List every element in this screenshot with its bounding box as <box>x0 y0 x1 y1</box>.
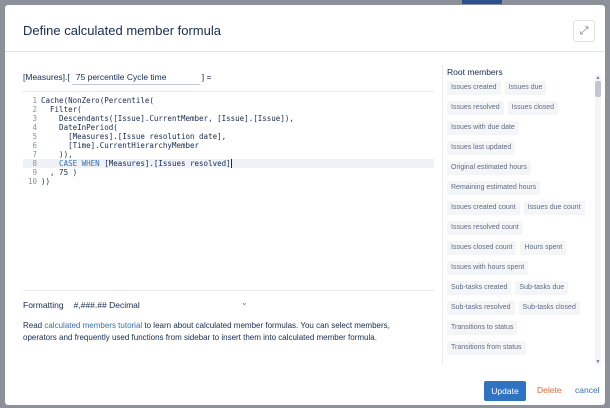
formula-name-row: [Measures].[ ] = <box>23 69 211 85</box>
formatting-select[interactable]: #,###.## Decimal <box>74 300 140 310</box>
calculated-member-dialog: Define calculated member formula ⤢ [Meas… <box>5 5 605 405</box>
code-text: Cache(NonZero(Percentile( <box>41 96 154 105</box>
member-chip[interactable]: Issues created <box>447 81 501 95</box>
member-chip[interactable]: Sub-tasks due <box>515 281 569 295</box>
delete-button[interactable]: Delete <box>537 385 562 395</box>
members-sidebar: Root members Issues created Issues due Iss… <box>442 65 602 365</box>
member-chip[interactable]: Hours spent <box>520 241 567 255</box>
member-name-input[interactable] <box>71 69 200 85</box>
code-text: )), <box>41 150 73 159</box>
formula-prefix: [Measures].[ <box>23 72 70 82</box>
code-text: DateInPeriod( <box>41 123 118 132</box>
code-text: [Measures].[Issue resolution date], <box>41 132 227 141</box>
member-chip[interactable]: Sub-tasks resolved <box>447 301 515 315</box>
line-number: 9 <box>32 168 37 177</box>
help-text-before: Read <box>23 321 45 330</box>
member-chip[interactable]: Issues created count <box>447 201 520 215</box>
code-line[interactable]: 7 )), <box>23 150 434 159</box>
code-area[interactable]: 1 Cache(NonZero(Percentile(2 Filter(3 Des… <box>23 92 434 186</box>
formatting-row: Formatting #,###.## Decimal ⌄ <box>23 297 434 313</box>
member-chip[interactable]: Sub-tasks created <box>447 281 512 295</box>
scroll-thumb[interactable] <box>595 81 601 97</box>
line-number: 2 <box>32 105 37 114</box>
update-button[interactable]: Update <box>484 381 526 401</box>
code-text: Descendants([Issue].CurrentMember, [Issu… <box>41 114 294 123</box>
code-line[interactable]: 10)) <box>23 177 434 186</box>
line-number: 10 <box>27 177 37 186</box>
member-chip[interactable]: Sub-tasks closed <box>518 301 580 315</box>
member-chip[interactable]: Remaining estimated hours <box>447 181 541 195</box>
code-line[interactable]: 2 Filter( <box>23 105 434 114</box>
tutorial-link[interactable]: calculated members tutorial <box>44 321 142 330</box>
member-chip[interactable]: Issues last updated <box>447 141 516 155</box>
expand-icon[interactable]: ⤢ <box>573 20 595 42</box>
dialog-header: Define calculated member formula ⤢ <box>5 5 605 52</box>
member-chip[interactable]: Issues due count <box>523 201 585 215</box>
dialog-title: Define calculated member formula <box>23 23 221 38</box>
line-number: 4 <box>32 123 37 132</box>
line-number: 1 <box>32 96 37 105</box>
code-line[interactable]: 4 DateInPeriod( <box>23 123 434 132</box>
member-chip[interactable]: Transitions to status <box>447 321 518 335</box>
member-chip[interactable]: Original estimated hours <box>447 161 531 175</box>
member-chip[interactable]: Issues due <box>504 81 547 95</box>
code-line[interactable]: 9 , 75 ) <box>23 168 434 177</box>
line-number: 7 <box>32 150 37 159</box>
member-chip[interactable]: Issues closed <box>507 101 559 115</box>
code-line[interactable]: 8 CASE WHEN [Measures].[Issues resolved] <box>23 159 434 168</box>
member-list: Issues created Issues due Issues resolved I… <box>447 81 591 363</box>
sidebar-title: Root members <box>447 67 503 77</box>
code-text: [Measures].[Issues resolved] <box>104 159 232 168</box>
background-tab <box>462 0 502 4</box>
formula-suffix: ] = <box>201 72 212 82</box>
code-text: Filter( <box>41 105 82 114</box>
code-text: , 75 ) <box>41 168 78 177</box>
cancel-button[interactable]: cancel <box>575 385 600 395</box>
help-text: Read calculated members tutorial to lear… <box>23 320 393 343</box>
formatting-label: Formatting <box>23 300 64 310</box>
code-text: )) <box>41 177 51 186</box>
code-line[interactable]: 6 [Time].CurrentHierarchyMember <box>23 141 434 150</box>
line-number: 3 <box>32 114 37 123</box>
code-line[interactable]: 3 Descendants([Issue].CurrentMember, [Is… <box>23 114 434 123</box>
member-chip[interactable]: Issues with hours spent <box>447 261 529 275</box>
code-line[interactable]: 5 [Measures].[Issue resolution date], <box>23 132 434 141</box>
code-text: [Time].CurrentHierarchyMember <box>41 141 200 150</box>
member-chip[interactable]: Transitions from status <box>447 341 526 355</box>
line-number: 5 <box>32 132 37 141</box>
line-number: 8 <box>32 159 37 168</box>
line-number: 6 <box>32 141 37 150</box>
scroll-down-icon[interactable]: ▼ <box>595 359 601 365</box>
member-chip[interactable]: Issues with due date <box>447 121 519 135</box>
chevron-down-icon[interactable]: ⌄ <box>241 298 248 307</box>
member-chip[interactable]: Issues resolved count <box>447 221 523 235</box>
member-chip[interactable]: Issues resolved <box>447 101 504 115</box>
sidebar-scrollbar[interactable]: ▲ ▼ <box>595 75 601 365</box>
code-line[interactable]: 1 Cache(NonZero(Percentile( <box>23 96 434 105</box>
dialog-footer: Update Delete cancel <box>5 373 605 405</box>
code-keyword: CASE WHEN <box>41 159 105 168</box>
formula-editor[interactable]: 1 Cache(NonZero(Percentile(2 Filter(3 Des… <box>23 91 434 291</box>
member-chip[interactable]: Issues closed count <box>447 241 517 255</box>
